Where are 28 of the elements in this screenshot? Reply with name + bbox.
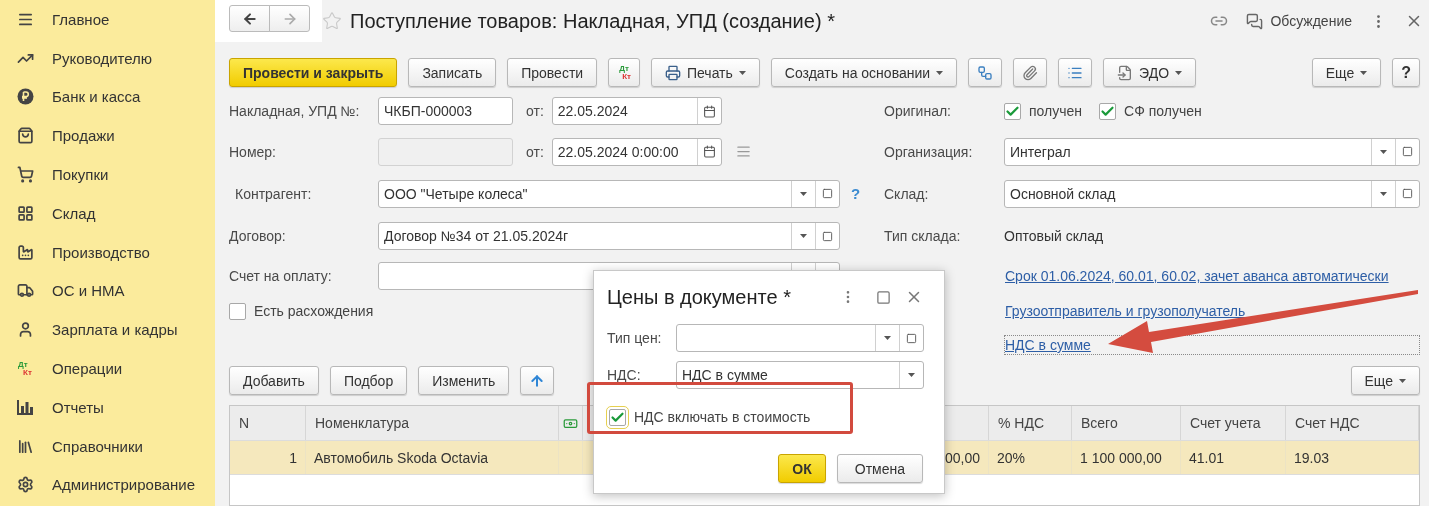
table-cell: 41.01 bbox=[1189, 449, 1225, 466]
field-label: Тип склада: bbox=[884, 228, 962, 244]
checkbox-label: НДС включать в стоимость bbox=[634, 409, 811, 425]
checkbox-label: Есть расхождения bbox=[254, 303, 374, 319]
dialog-title: Цены в документе * bbox=[607, 285, 791, 309]
table-cell: 1 100 000,00 bbox=[1080, 449, 1162, 466]
field-label: НДС: bbox=[607, 367, 642, 383]
field-label: Счет на оплату: bbox=[229, 267, 333, 284]
debit-credit-icon: Дт Кт bbox=[18, 360, 32, 377]
window-title: Поступление товаров: Накладная, УПД (создание) * bbox=[350, 9, 835, 33]
field-label: Договор: bbox=[229, 228, 287, 244]
table-cell: 19.03 bbox=[1294, 449, 1330, 466]
checkbox-label: СФ получен bbox=[1124, 103, 1202, 119]
field-label: от: bbox=[526, 143, 544, 160]
field-label: Склад: bbox=[884, 185, 930, 202]
table-cell: Автомобиль Skoda Octavia bbox=[314, 449, 489, 466]
checkbox-label: получен bbox=[1029, 103, 1083, 119]
warehouse-type-value: Оптовый склад bbox=[1004, 228, 1104, 244]
table-cell: 00,00 bbox=[944, 449, 980, 466]
field-label: от: bbox=[526, 103, 544, 119]
table-cell: 1 bbox=[289, 449, 297, 466]
field-label: Номер: bbox=[229, 143, 277, 160]
field-label: Тип цен: bbox=[607, 330, 663, 346]
field-label: Оригинал: bbox=[884, 103, 952, 119]
field-label: Организация: bbox=[884, 143, 974, 160]
field-label: Контрагент: bbox=[234, 185, 313, 202]
table-cell: 20% bbox=[997, 449, 1026, 466]
field-label: Накладная, УПД №: bbox=[229, 103, 361, 119]
